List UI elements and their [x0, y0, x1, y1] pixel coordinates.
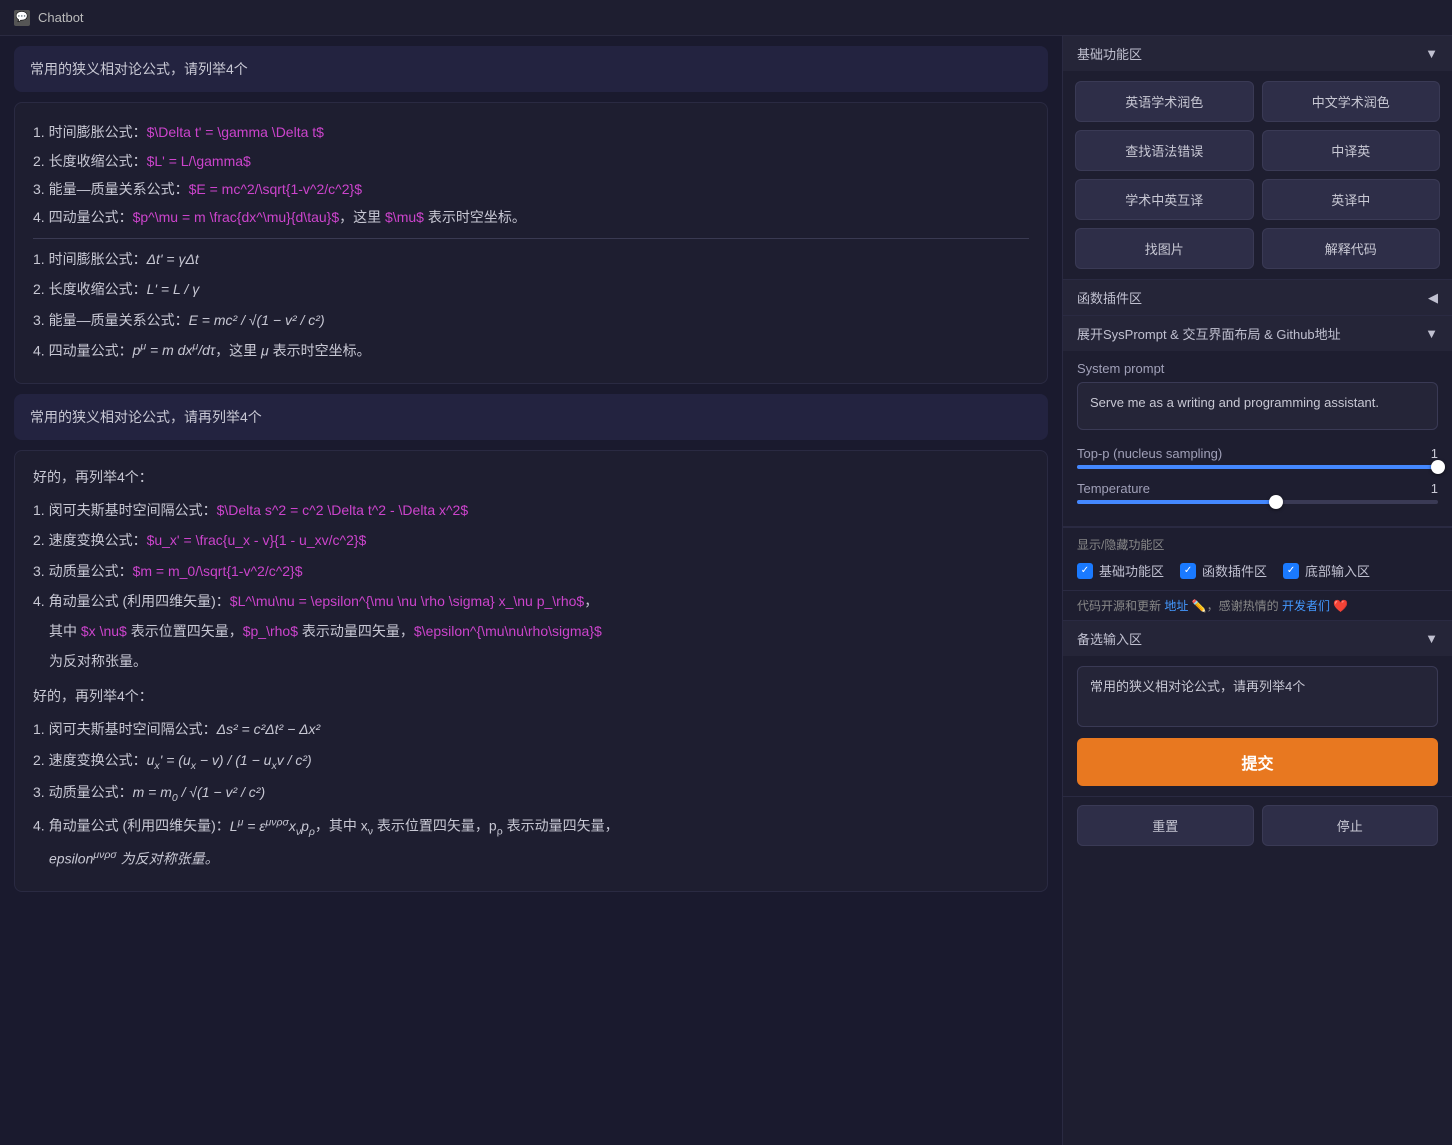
response-intro: 好的，再列举4个：: [33, 465, 1029, 490]
checkbox-bottom[interactable]: ✓ 底部输入区: [1283, 561, 1370, 580]
latex-formula: $E = mc^2/\sqrt{1-v^2/c^2}$: [189, 181, 362, 197]
sysprompt-section: 展开SysPrompt & 交互界面布局 & Github地址 ▼ System…: [1063, 316, 1452, 527]
app-title: Chatbot: [38, 10, 84, 25]
btn-zh-to-en[interactable]: 中译英: [1262, 130, 1441, 171]
backup-section-label: 备选输入区: [1077, 629, 1142, 648]
source-link[interactable]: 地址: [1164, 599, 1188, 613]
backup-input-section: 备选输入区 ▼ 常用的狭义相对论公式，请再列举4个 提交: [1063, 621, 1452, 797]
source-prefix: 代码开源和更新: [1077, 599, 1161, 613]
formula-line: 3. 能量—质量关系公式：$E = mc^2/\sqrt{1-v^2/c^2}$: [33, 177, 1029, 202]
plugin-section: 函数插件区 ◀: [1063, 280, 1452, 316]
temperature-slider-row: Temperature 1: [1077, 481, 1438, 504]
basic-functions-header[interactable]: 基础功能区 ▼: [1063, 36, 1452, 71]
backup-textarea[interactable]: 常用的狭义相对论公式，请再列举4个: [1077, 666, 1438, 727]
separator: [33, 238, 1029, 239]
latex-formulas-block: 1. 闵可夫斯基时空间隔公式：$\Delta s^2 = c^2 \Delta …: [33, 498, 1029, 674]
source-row: 代码开源和更新 地址 ✏️，感谢热情的 开发者们 ❤️: [1063, 590, 1452, 620]
btn-academic-translate[interactable]: 学术中英互译: [1075, 179, 1254, 220]
checkbox-basic-box[interactable]: ✓: [1077, 563, 1093, 579]
checkbox-basic-label: 基础功能区: [1099, 561, 1164, 580]
temperature-label: Temperature: [1077, 481, 1150, 496]
checkbox-plugin-box[interactable]: ✓: [1180, 563, 1196, 579]
contributors-link[interactable]: 开发者们: [1282, 599, 1330, 613]
sysprompt-value[interactable]: Serve me as a writing and programming as…: [1077, 382, 1438, 430]
plugin-arrow: ◀: [1428, 290, 1438, 306]
backup-arrow: ▼: [1425, 631, 1438, 646]
sysprompt-label: System prompt: [1077, 361, 1438, 376]
visibility-checkboxes: ✓ 基础功能区 ✓ 函数插件区 ✓ 底部输入区: [1077, 561, 1438, 580]
main-layout: 常用的狭义相对论公式，请列举4个 1. 时间膨胀公式：$\Delta t' = …: [0, 36, 1452, 1145]
heart-icon: ❤️: [1333, 599, 1348, 613]
basic-functions-content: 英语学术润色 中文学术润色 查找语法错误 中译英 学术中英互译 英译中 找图片 …: [1063, 71, 1452, 279]
stop-button[interactable]: 停止: [1262, 805, 1439, 846]
latex-formula: $\Delta t' = \gamma \Delta t$: [147, 124, 324, 140]
plugin-label: 函数插件区: [1077, 288, 1142, 307]
basic-functions-label: 基础功能区: [1077, 44, 1142, 63]
btn-explain-code[interactable]: 解释代码: [1262, 228, 1441, 269]
checkbox-basic[interactable]: ✓ 基础功能区: [1077, 561, 1164, 580]
temperature-value: 1: [1431, 481, 1438, 496]
top-p-track[interactable]: [1077, 465, 1438, 469]
checkbox-plugin[interactable]: ✓ 函数插件区: [1180, 561, 1267, 580]
checkbox-bottom-label: 底部输入区: [1305, 561, 1370, 580]
assistant-message-1: 1. 时间膨胀公式：$\Delta t' = \gamma \Delta t$ …: [14, 102, 1048, 383]
submit-button[interactable]: 提交: [1077, 738, 1438, 786]
backup-content: 常用的狭义相对论公式，请再列举4个 提交: [1063, 656, 1452, 796]
visibility-section: 显示/隐藏功能区 ✓ 基础功能区 ✓ 函数插件区 ✓ 底部输入区: [1063, 527, 1452, 621]
rendered-formulas: 1. 时间膨胀公式：Δt' = γΔt 2. 长度收缩公式：L' = L / γ…: [33, 247, 1029, 363]
assistant-message-2: 好的，再列举4个： 1. 闵可夫斯基时空间隔公式：$\Delta s^2 = c…: [14, 450, 1048, 892]
formula-line: 1. 时间膨胀公式：$\Delta t' = \gamma \Delta t$: [33, 120, 1029, 145]
btn-en-to-zh[interactable]: 英译中: [1262, 179, 1441, 220]
checkbox-bottom-box[interactable]: ✓: [1283, 563, 1299, 579]
temperature-fill: [1077, 500, 1276, 504]
user-message-1: 常用的狭义相对论公式，请列举4个: [14, 46, 1048, 92]
slider-section: Top-p (nucleus sampling) 1 Temperature 1: [1063, 440, 1452, 526]
formula-line: 4. 四动量公式：$p^\mu = m \frac{dx^\mu}{d\tau}…: [33, 205, 1029, 230]
basic-functions-section: 基础功能区 ▼ 英语学术润色 中文学术润色 查找语法错误 中译英 学术中英互译 …: [1063, 36, 1452, 280]
reset-button[interactable]: 重置: [1077, 805, 1254, 846]
top-p-value: 1: [1431, 446, 1438, 461]
plugin-header[interactable]: 函数插件区 ◀: [1063, 280, 1452, 315]
latex-formula: $L' = L/\gamma$: [147, 153, 251, 169]
sysprompt-header-label: 展开SysPrompt & 交互界面布局 & Github地址: [1077, 324, 1341, 343]
btn-grammar-check[interactable]: 查找语法错误: [1075, 130, 1254, 171]
sysprompt-content: System prompt Serve me as a writing and …: [1063, 351, 1452, 440]
chat-area[interactable]: 常用的狭义相对论公式，请列举4个 1. 时间膨胀公式：$\Delta t' = …: [0, 36, 1062, 1145]
temperature-thumb[interactable]: [1269, 495, 1283, 509]
checkbox-plugin-label: 函数插件区: [1202, 561, 1267, 580]
btn-chinese-polish[interactable]: 中文学术润色: [1262, 81, 1441, 122]
user-message-2: 常用的狭义相对论公式，请再列举4个: [14, 394, 1048, 440]
sidebar: 基础功能区 ▼ 英语学术润色 中文学术润色 查找语法错误 中译英 学术中英互译 …: [1062, 36, 1452, 1145]
rendered-formulas-block-2: 1. 闵可夫斯基时空间隔公式：Δs² = c²Δt² − Δx² 2. 速度变换…: [33, 717, 1029, 872]
basic-buttons-grid: 英语学术润色 中文学术润色 查找语法错误 中译英 学术中英互译 英译中 找图片 …: [1075, 81, 1440, 269]
formula-line: 2. 长度收缩公式：$L' = L/\gamma$: [33, 149, 1029, 174]
visibility-label: 显示/隐藏功能区: [1077, 536, 1438, 553]
response-intro-2: 好的，再列举4个：: [33, 684, 1029, 709]
top-p-slider-row: Top-p (nucleus sampling) 1: [1077, 446, 1438, 469]
latex-formula: $p^\mu = m \frac{dx^\mu}{d\tau}$: [133, 209, 340, 225]
top-p-fill: [1077, 465, 1438, 469]
backup-section-header[interactable]: 备选输入区 ▼: [1063, 621, 1452, 656]
top-p-label: Top-p (nucleus sampling): [1077, 446, 1222, 461]
bottom-buttons: 重置 停止: [1063, 797, 1452, 854]
app-header: 💬 Chatbot: [0, 0, 1452, 36]
basic-functions-arrow: ▼: [1425, 46, 1438, 61]
sysprompt-header[interactable]: 展开SysPrompt & 交互界面布局 & Github地址 ▼: [1063, 316, 1452, 351]
sysprompt-arrow: ▼: [1425, 326, 1438, 341]
btn-english-polish[interactable]: 英语学术润色: [1075, 81, 1254, 122]
source-suffix: ✏️，感谢热情的: [1192, 599, 1279, 613]
btn-find-image[interactable]: 找图片: [1075, 228, 1254, 269]
temperature-track[interactable]: [1077, 500, 1438, 504]
chatbot-icon: 💬: [14, 10, 30, 26]
top-p-thumb[interactable]: [1431, 460, 1445, 474]
